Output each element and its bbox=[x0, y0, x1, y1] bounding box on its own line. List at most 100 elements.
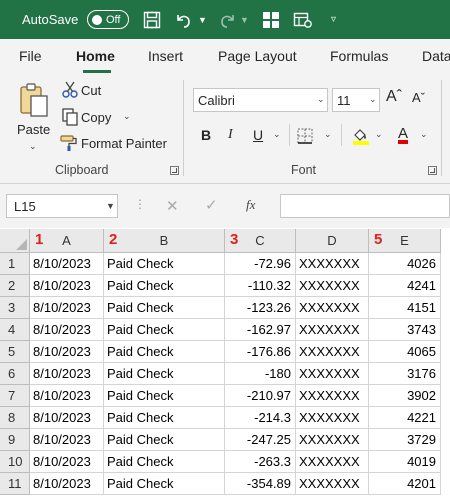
row-header[interactable]: 11 bbox=[0, 473, 30, 495]
cell-c4[interactable]: -162.97 bbox=[225, 319, 296, 341]
cut-icon[interactable] bbox=[62, 81, 78, 104]
paste-dropdown-icon[interactable]: ⌄ bbox=[29, 141, 37, 152]
cell-d6[interactable]: XXXXXXX bbox=[296, 363, 369, 385]
undo-icon[interactable] bbox=[174, 0, 194, 39]
borders-dropdown-icon[interactable]: ⌄ bbox=[324, 129, 332, 140]
cut-button[interactable]: Cut bbox=[81, 83, 101, 98]
redo-icon[interactable] bbox=[217, 0, 237, 39]
row-header[interactable]: 8 bbox=[0, 407, 30, 429]
cell-e7[interactable]: 3902 bbox=[369, 385, 441, 407]
redo-dropdown-icon[interactable]: ▼ bbox=[240, 0, 249, 39]
cell-d1[interactable]: XXXXXXX bbox=[296, 253, 369, 275]
cell-c5[interactable]: -176.86 bbox=[225, 341, 296, 363]
cell-e3[interactable]: 4151 bbox=[369, 297, 441, 319]
format-painter-icon[interactable] bbox=[60, 134, 78, 157]
cell-b2[interactable]: Paid Check bbox=[104, 275, 225, 297]
cell-d2[interactable]: XXXXXXX bbox=[296, 275, 369, 297]
cell-b11[interactable]: Paid Check bbox=[104, 473, 225, 495]
table-icon[interactable] bbox=[262, 0, 280, 39]
font-color-button[interactable]: A bbox=[398, 125, 408, 142]
row-header[interactable]: 5 bbox=[0, 341, 30, 363]
cell-c8[interactable]: -214.3 bbox=[225, 407, 296, 429]
copy-button[interactable]: Copy bbox=[81, 110, 111, 125]
save-icon[interactable] bbox=[143, 0, 161, 39]
cell-a6[interactable]: 8/10/2023 bbox=[30, 363, 104, 385]
cell-b6[interactable]: Paid Check bbox=[104, 363, 225, 385]
grow-font-button[interactable]: Aˆ bbox=[386, 88, 402, 106]
cell-d10[interactable]: XXXXXXX bbox=[296, 451, 369, 473]
format-painter-button[interactable]: Format Painter bbox=[81, 136, 167, 151]
row-header[interactable]: 6 bbox=[0, 363, 30, 385]
cell-c7[interactable]: -210.97 bbox=[225, 385, 296, 407]
cell-e10[interactable]: 4019 bbox=[369, 451, 441, 473]
font-launcher-icon[interactable] bbox=[428, 166, 437, 175]
borders-icon[interactable] bbox=[297, 128, 313, 149]
tab-formulas[interactable]: Formulas bbox=[330, 48, 388, 64]
undo-dropdown-icon[interactable]: ▼ bbox=[198, 0, 207, 39]
font-name-select[interactable]: Calibri bbox=[193, 88, 328, 112]
copy-icon[interactable] bbox=[62, 108, 78, 131]
cell-d4[interactable]: XXXXXXX bbox=[296, 319, 369, 341]
cell-b10[interactable]: Paid Check bbox=[104, 451, 225, 473]
fill-color-icon[interactable] bbox=[351, 126, 371, 151]
underline-button[interactable]: U bbox=[253, 127, 263, 143]
cell-a11[interactable]: 8/10/2023 bbox=[30, 473, 104, 495]
cell-e6[interactable]: 3176 bbox=[369, 363, 441, 385]
cell-b4[interactable]: Paid Check bbox=[104, 319, 225, 341]
cell-c10[interactable]: -263.3 bbox=[225, 451, 296, 473]
paste-icon[interactable] bbox=[18, 82, 50, 125]
row-header[interactable]: 4 bbox=[0, 319, 30, 341]
enter-icon[interactable]: ✓ bbox=[205, 196, 218, 214]
form-icon[interactable] bbox=[293, 0, 313, 39]
select-all-button[interactable] bbox=[0, 229, 30, 253]
row-header[interactable]: 2 bbox=[0, 275, 30, 297]
cell-a10[interactable]: 8/10/2023 bbox=[30, 451, 104, 473]
italic-button[interactable]: I bbox=[228, 127, 233, 143]
bold-button[interactable]: B bbox=[201, 127, 211, 143]
tab-data[interactable]: Data bbox=[422, 48, 450, 64]
cell-a7[interactable]: 8/10/2023 bbox=[30, 385, 104, 407]
autosave-toggle[interactable]: Off bbox=[87, 10, 129, 29]
cell-c11[interactable]: -354.89 bbox=[225, 473, 296, 495]
shrink-font-button[interactable]: Aˇ bbox=[412, 90, 425, 105]
cell-c6[interactable]: -180 bbox=[225, 363, 296, 385]
cell-a9[interactable]: 8/10/2023 bbox=[30, 429, 104, 451]
name-box-dropdown-icon[interactable]: ▼ bbox=[106, 201, 115, 211]
cell-c2[interactable]: -110.32 bbox=[225, 275, 296, 297]
customize-icon[interactable]: ▿ bbox=[331, 0, 336, 39]
cell-c9[interactable]: -247.25 bbox=[225, 429, 296, 451]
row-header[interactable]: 1 bbox=[0, 253, 30, 275]
row-header[interactable]: 3 bbox=[0, 297, 30, 319]
tab-insert[interactable]: Insert bbox=[148, 48, 183, 64]
fill-color-dropdown-icon[interactable]: ⌄ bbox=[375, 129, 383, 140]
row-header[interactable]: 9 bbox=[0, 429, 30, 451]
cell-d8[interactable]: XXXXXXX bbox=[296, 407, 369, 429]
cell-c1[interactable]: -72.96 bbox=[225, 253, 296, 275]
cell-e1[interactable]: 4026 bbox=[369, 253, 441, 275]
copy-dropdown-icon[interactable]: ⌄ bbox=[123, 111, 131, 122]
cancel-icon[interactable]: ✕ bbox=[166, 197, 179, 215]
insert-function-button[interactable]: fx bbox=[246, 197, 255, 213]
font-name-dropdown-icon[interactable]: ⌄ bbox=[317, 94, 325, 105]
cell-b8[interactable]: Paid Check bbox=[104, 407, 225, 429]
cell-a8[interactable]: 8/10/2023 bbox=[30, 407, 104, 429]
cell-b3[interactable]: Paid Check bbox=[104, 297, 225, 319]
cell-b1[interactable]: Paid Check bbox=[104, 253, 225, 275]
font-color-dropdown-icon[interactable]: ⌄ bbox=[420, 129, 428, 140]
cell-d9[interactable]: XXXXXXX bbox=[296, 429, 369, 451]
cell-c3[interactable]: -123.26 bbox=[225, 297, 296, 319]
row-header[interactable]: 7 bbox=[0, 385, 30, 407]
cell-d3[interactable]: XXXXXXX bbox=[296, 297, 369, 319]
cell-a5[interactable]: 8/10/2023 bbox=[30, 341, 104, 363]
cell-a4[interactable]: 8/10/2023 bbox=[30, 319, 104, 341]
cell-d11[interactable]: XXXXXXX bbox=[296, 473, 369, 495]
cell-e5[interactable]: 4065 bbox=[369, 341, 441, 363]
paste-button[interactable]: Paste bbox=[17, 122, 50, 137]
clipboard-launcher-icon[interactable] bbox=[170, 166, 179, 175]
cell-e9[interactable]: 3729 bbox=[369, 429, 441, 451]
cell-e4[interactable]: 3743 bbox=[369, 319, 441, 341]
cell-b9[interactable]: Paid Check bbox=[104, 429, 225, 451]
underline-dropdown-icon[interactable]: ⌄ bbox=[273, 129, 281, 140]
formula-input[interactable] bbox=[280, 194, 450, 218]
cell-a3[interactable]: 8/10/2023 bbox=[30, 297, 104, 319]
